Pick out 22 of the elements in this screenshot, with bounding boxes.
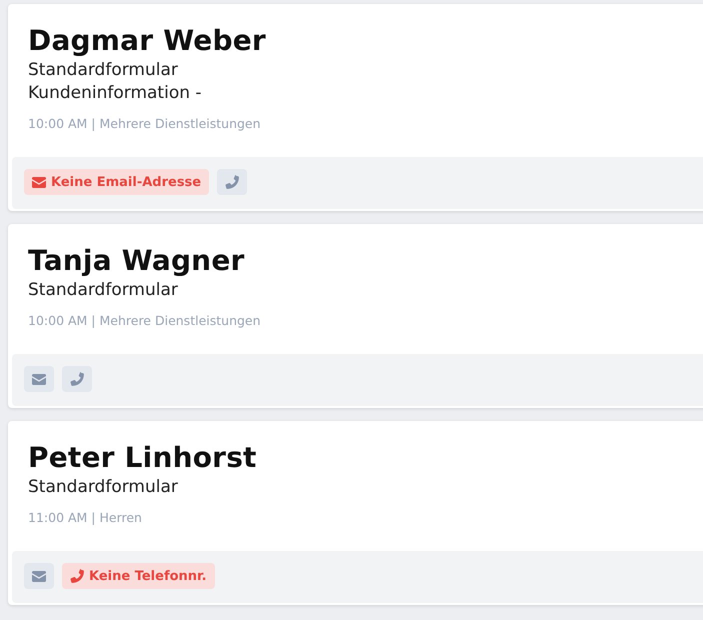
- form-name: Standardformular: [28, 476, 178, 499]
- client-name: Tanja Wagner: [28, 243, 245, 279]
- phone-icon: [70, 569, 84, 583]
- phone-icon: [70, 372, 84, 386]
- missing-phone-button[interactable]: Keine Telefonnr.: [62, 563, 215, 589]
- phone-button[interactable]: [62, 366, 92, 392]
- form-name: Kundeninformation -: [28, 82, 202, 105]
- form-name: Standardformular: [28, 59, 179, 82]
- appointment-details: 10:00 AM | Mehrere Dienstleistungen: [28, 312, 261, 330]
- email-button[interactable]: [24, 366, 54, 392]
- email-button[interactable]: [24, 563, 54, 589]
- form-name: Standardformular: [28, 279, 178, 302]
- envelope-icon: [32, 176, 46, 188]
- client-name: Peter Linhorst: [28, 440, 257, 476]
- client-name: Dagmar Weber: [28, 23, 266, 59]
- appointment-details: 10:00 AM | Mehrere Dienstleistungen: [28, 115, 261, 133]
- envelope-icon: [32, 374, 46, 384]
- envelope-icon: [32, 570, 46, 582]
- phone-button[interactable]: [217, 169, 248, 195]
- appointment-details: 11:00 AM | Herren: [28, 509, 142, 527]
- missing-email-button[interactable]: Keine Email-Adresse: [24, 169, 210, 195]
- phone-icon: [225, 175, 240, 189]
